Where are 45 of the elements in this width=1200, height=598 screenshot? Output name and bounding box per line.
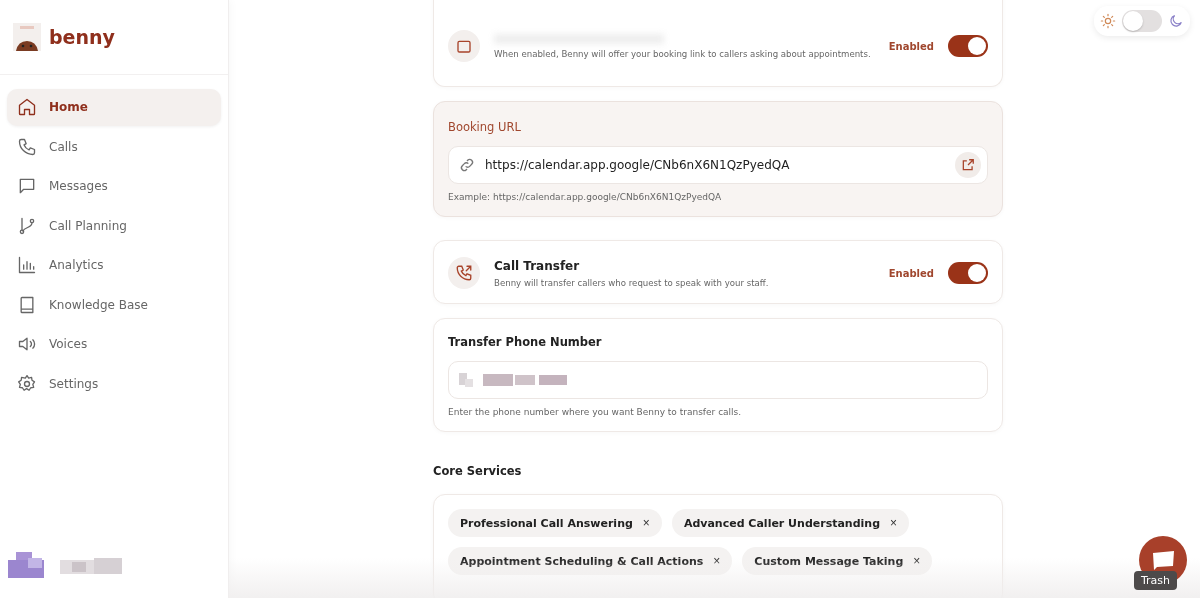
tooltip: Trash bbox=[1133, 571, 1177, 590]
field-label: Transfer Phone Number bbox=[448, 335, 603, 349]
sidebar-item[interactable]: Voices bbox=[7, 326, 221, 363]
branch-icon bbox=[17, 215, 37, 236]
sidebar-item[interactable]: Calls bbox=[7, 128, 221, 165]
sidebar-item[interactable]: Home bbox=[7, 89, 221, 126]
card-description: When enabled, Benny will offer your booking link to callers asking about appointments. bbox=[494, 48, 872, 59]
moon-icon bbox=[1168, 13, 1184, 29]
tag-label: Professional Call Answering bbox=[460, 516, 633, 530]
tag-label: Advanced Caller Understanding bbox=[683, 516, 881, 530]
phone-input-field[interactable] bbox=[448, 361, 988, 399]
phone-icon bbox=[17, 136, 37, 157]
remove-button[interactable]: × bbox=[713, 554, 721, 568]
link-icon bbox=[459, 157, 475, 173]
sidebar-item[interactable]: Messages bbox=[7, 168, 221, 205]
remove-button[interactable]: × bbox=[890, 516, 898, 530]
url-field[interactable]: https://calendar.app.google/CNb6nX6N1QzPyedQA bbox=[448, 146, 988, 184]
toggle-switch[interactable] bbox=[948, 35, 988, 57]
field-hint: Example: https://calendar.app.google/CNb6nX6N1QzPyedQA bbox=[448, 192, 723, 202]
message-icon bbox=[1150, 549, 1176, 571]
logo-icon bbox=[13, 23, 41, 51]
sun-icon bbox=[1100, 13, 1116, 29]
sidebar-item[interactable]: Knowledge Base bbox=[7, 286, 221, 323]
status-label: Enabled bbox=[888, 267, 934, 279]
calendar-icon bbox=[448, 30, 480, 62]
section-title: Core Services bbox=[433, 464, 523, 478]
settings-icon bbox=[17, 373, 37, 394]
brand-name: benny bbox=[49, 26, 115, 48]
tag-label: Appointment Scheduling & Call Actions bbox=[460, 554, 704, 568]
theme-toggle[interactable] bbox=[1122, 10, 1162, 32]
sidebar-item[interactable]: Call Planning bbox=[7, 207, 221, 244]
external-link-icon[interactable] bbox=[955, 152, 981, 178]
remove-button[interactable]: × bbox=[642, 516, 650, 530]
toggle-switch[interactable] bbox=[948, 262, 988, 284]
card-description: Benny will transfer callers who request to speak with your staff. bbox=[494, 277, 770, 288]
remove-button[interactable]: × bbox=[913, 554, 921, 568]
bar-chart-icon bbox=[17, 255, 37, 276]
sidebar-item[interactable]: Settings bbox=[7, 365, 221, 402]
card-title: Call Transfer bbox=[494, 258, 581, 273]
field-label: Booking URL bbox=[448, 120, 522, 134]
status-label: Enabled bbox=[888, 40, 934, 52]
tag-label: Custom Message Taking bbox=[754, 554, 904, 568]
field-hint: Enter the phone number where you want Benny to transfer calls. bbox=[448, 407, 743, 417]
sidebar-item[interactable]: Analytics bbox=[7, 247, 221, 284]
house-icon bbox=[17, 97, 37, 118]
